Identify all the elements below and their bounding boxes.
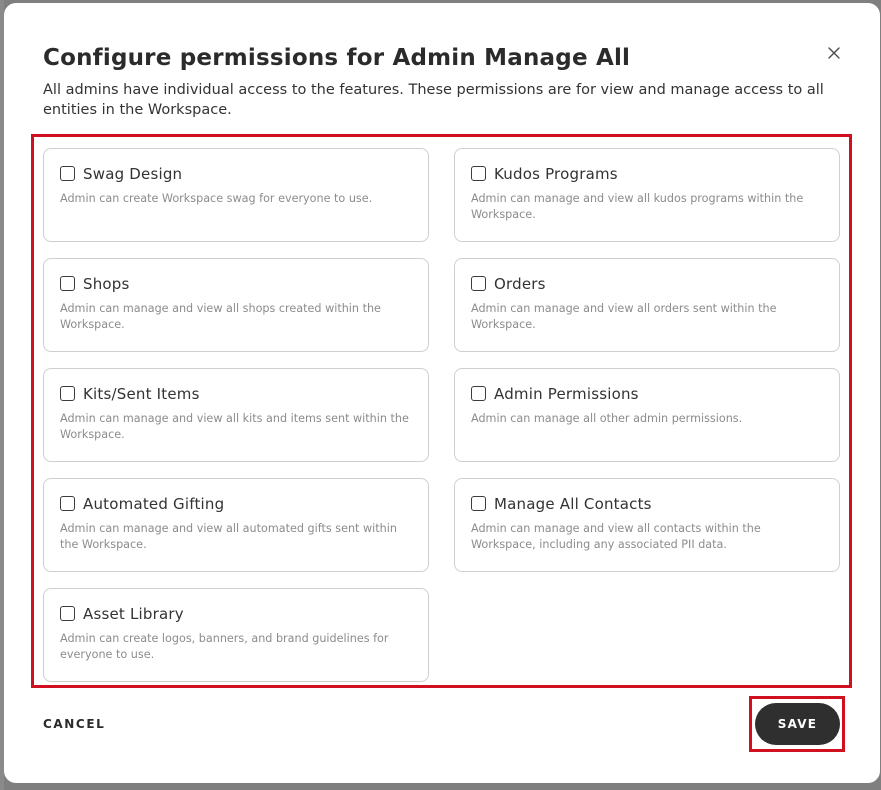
permission-description: Admin can manage and view all kits and i… [60, 412, 409, 441]
permission-description: Admin can manage and view all orders sen… [471, 302, 777, 331]
permission-card-swag-design[interactable]: Swag Design Admin can create Workspace s… [43, 148, 429, 242]
asset-library-checkbox[interactable] [60, 606, 75, 621]
permission-description: Admin can create logos, banners, and bra… [60, 632, 389, 661]
permission-description: Admin can manage and view all contacts w… [471, 522, 761, 551]
permission-description: Admin can manage all other admin permiss… [471, 412, 743, 425]
manage-all-contacts-checkbox[interactable] [471, 496, 486, 511]
permission-card-asset-library[interactable]: Asset Library Admin can create logos, ba… [43, 588, 429, 682]
admin-permissions-checkbox[interactable] [471, 386, 486, 401]
permission-label: Kits/Sent Items [83, 385, 200, 403]
permission-label: Swag Design [83, 165, 183, 183]
permission-label: Orders [494, 275, 546, 293]
permission-label: Asset Library [83, 605, 184, 623]
automated-gifting-checkbox[interactable] [60, 496, 75, 511]
permission-card-admin-permissions[interactable]: Admin Permissions Admin can manage all o… [454, 368, 840, 462]
permission-label: Manage All Contacts [494, 495, 652, 513]
orders-checkbox[interactable] [471, 276, 486, 291]
permission-label: Kudos Programs [494, 165, 618, 183]
permission-label: Shops [83, 275, 130, 293]
permissions-grid: Swag Design Admin can create Workspace s… [31, 134, 852, 688]
kits-sent-items-checkbox[interactable] [60, 386, 75, 401]
permission-description: Admin can manage and view all shops crea… [60, 302, 381, 331]
permission-label: Automated Gifting [83, 495, 225, 513]
close-button[interactable] [822, 41, 846, 65]
close-icon [828, 47, 840, 59]
permission-description: Admin can manage and view all kudos prog… [471, 192, 804, 221]
dialog-title: Configure permissions for Admin Manage A… [43, 45, 631, 71]
permission-card-manage-all-contacts[interactable]: Manage All Contacts Admin can manage and… [454, 478, 840, 572]
permission-card-orders[interactable]: Orders Admin can manage and view all ord… [454, 258, 840, 352]
permission-description: Admin can manage and view all automated … [60, 522, 397, 551]
cancel-button[interactable]: CANCEL [43, 716, 105, 732]
save-button[interactable]: SAVE [755, 703, 840, 745]
permission-card-kits-sent-items[interactable]: Kits/Sent Items Admin can manage and vie… [43, 368, 429, 462]
kudos-programs-checkbox[interactable] [471, 166, 486, 181]
dialog-subtitle: All admins have individual access to the… [43, 82, 824, 118]
shops-checkbox[interactable] [60, 276, 75, 291]
permissions-dialog: Configure permissions for Admin Manage A… [4, 3, 880, 783]
swag-design-checkbox[interactable] [60, 166, 75, 181]
permission-card-kudos-programs[interactable]: Kudos Programs Admin can manage and view… [454, 148, 840, 242]
permission-card-shops[interactable]: Shops Admin can manage and view all shop… [43, 258, 429, 352]
permission-card-automated-gifting[interactable]: Automated Gifting Admin can manage and v… [43, 478, 429, 572]
permission-description: Admin can create Workspace swag for ever… [60, 192, 373, 205]
permission-label: Admin Permissions [494, 385, 639, 403]
